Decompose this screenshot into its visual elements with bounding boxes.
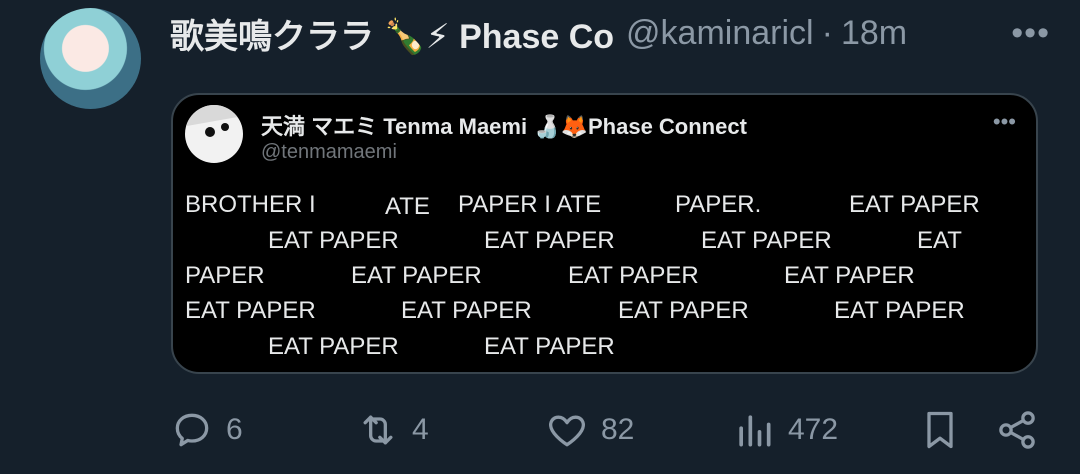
separator-dot: · — [821, 13, 833, 52]
text-fragment: EAT PAPER — [784, 262, 915, 289]
bookmark-icon — [927, 411, 953, 449]
reply-icon — [175, 413, 209, 447]
tweet-actions-bar: 6 4 82 472 — [0, 400, 1080, 460]
tweet-timestamp[interactable]: 18m — [841, 14, 907, 53]
views-count: 472 — [788, 413, 839, 446]
text-fragment: EAT PAPER — [849, 191, 980, 218]
text-fragment: EAT PAPER — [701, 227, 832, 254]
heart-icon — [549, 415, 585, 447]
quoted-tweet-card[interactable]: 天満 マエミ Tenma Maemi 🍶🦊Phase Connect @tenm… — [171, 93, 1038, 374]
reply-count: 6 — [226, 413, 243, 446]
like-count: 82 — [601, 413, 635, 446]
text-fragment: PAPER — [185, 262, 265, 289]
text-fragment: ATE — [385, 193, 430, 220]
text-fragment: PAPER. — [675, 191, 762, 218]
share-button[interactable] — [995, 408, 1039, 452]
text-fragment: EAT — [917, 227, 962, 254]
bookmark-button[interactable] — [918, 408, 962, 452]
more-options-icon[interactable]: ••• — [1011, 14, 1050, 53]
text-fragment: EAT PAPER — [568, 262, 699, 289]
text-fragment: EAT PAPER — [401, 297, 532, 324]
text-fragment: EAT PAPER — [484, 227, 615, 254]
reply-button[interactable]: 6 — [170, 408, 243, 452]
text-fragment: EAT PAPER — [484, 333, 615, 360]
text-fragment: EAT PAPER — [618, 297, 749, 324]
text-fragment: EAT PAPER — [834, 297, 965, 324]
text-fragment: PAPER I ATE — [458, 191, 602, 218]
quoted-tweet-text: BROTHER I ATE PAPER I ATE PAPER. EAT PAP… — [173, 95, 1036, 372]
text-fragment: BROTHER I — [185, 191, 316, 218]
text-fragment: EAT PAPER — [268, 227, 399, 254]
share-icon — [999, 411, 1035, 449]
like-button[interactable]: 82 — [545, 408, 634, 452]
views-button[interactable]: 472 — [732, 408, 838, 452]
text-fragment: EAT PAPER — [185, 297, 316, 324]
text-fragment: EAT PAPER — [268, 333, 399, 360]
retweet-icon — [363, 415, 393, 445]
tweet-header: 歌美鳴クララ 🍾⚡ Phase Co @kaminaricl · 18m — [170, 10, 1050, 56]
retweet-count: 4 — [412, 413, 429, 446]
author-display-name[interactable]: 歌美鳴クララ 🍾⚡ Phase Co — [170, 9, 614, 58]
author-avatar[interactable] — [40, 8, 141, 109]
views-chart-icon — [739, 415, 771, 447]
retweet-button[interactable]: 4 — [356, 408, 429, 452]
text-fragment: EAT PAPER — [351, 262, 482, 289]
author-handle[interactable]: @kaminaricl — [626, 14, 814, 53]
